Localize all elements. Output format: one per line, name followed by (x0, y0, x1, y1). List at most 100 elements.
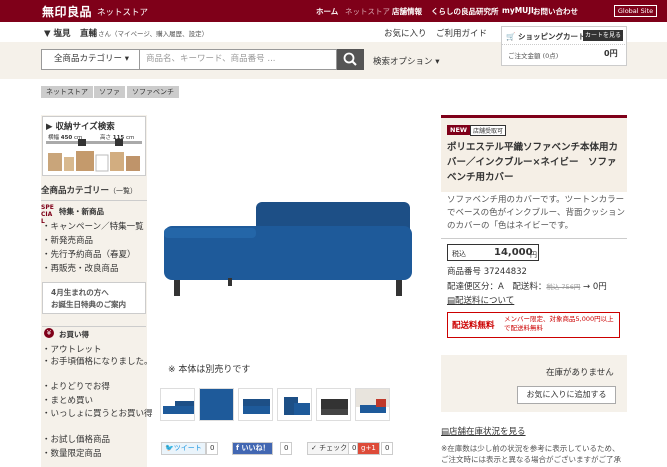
stock-status: 在庫がありません (546, 368, 614, 378)
tweet-button[interactable]: 🐦ツイート (161, 442, 206, 455)
add-to-favorites-button[interactable]: お気に入りに追加する (517, 386, 616, 404)
category-select-label: 全商品カテゴリー (54, 54, 123, 64)
nav-contact[interactable]: お問い合わせ (533, 6, 578, 17)
product-note: ※ 本体は別売りです (168, 365, 251, 375)
storage-slider-handle[interactable] (78, 139, 86, 146)
thumbnail[interactable] (316, 388, 351, 421)
breadcrumb-sofa[interactable]: ソファ (94, 86, 125, 98)
bargain-item[interactable]: ・いっしょに買うとお買い得 (42, 407, 153, 419)
special-item[interactable]: ・再販売・改良商品 (42, 262, 119, 274)
tweet-count: 0 (206, 442, 219, 455)
user-links[interactable]: さん（マイページ、購入履歴、設定） (98, 28, 208, 38)
search-icon (343, 52, 357, 66)
thumbnail[interactable] (238, 388, 273, 421)
nav-home[interactable]: ホーム (316, 6, 338, 17)
thumbnail[interactable] (277, 388, 312, 421)
birthday-banner-line1: 4月生まれの方へ (51, 288, 109, 297)
thumbnail-image (243, 399, 270, 414)
bargain-item-text: 数量限定商品 (50, 449, 102, 459)
twitter-icon: 🐦 (165, 444, 174, 452)
categories-sub: （一覧） (109, 187, 138, 195)
pickup-badge: 店舗受取可 (470, 125, 507, 136)
special-item[interactable]: ・先行予約商品（春夏） (42, 248, 136, 260)
user-location[interactable]: ▼ 塩見 (44, 27, 71, 39)
like-label: いいね！ (241, 444, 270, 452)
thumbnail[interactable] (355, 388, 390, 421)
ship-fee-label: 配送料： (512, 282, 547, 292)
tweet-label: ツイート (173, 444, 202, 452)
favorites-link[interactable]: お気に入り (384, 27, 427, 39)
cart-total-text: ご注文金額 (508, 52, 541, 60)
breadcrumb-netstore[interactable]: ネットストア (41, 86, 93, 98)
divider (42, 326, 146, 327)
bargain-item[interactable]: ・数量限定商品 (42, 447, 102, 459)
ship-fee-old: 税込 756円 (546, 283, 581, 291)
bargain-item-text: まとめ買い (50, 396, 94, 406)
search-button[interactable] (337, 49, 364, 70)
stock-footnote: ※在庫数は少し前の状況を参考に表示しているため、ご注文時には表示と異なる場合がご… (441, 444, 621, 467)
nav-stores[interactable]: 店舗情報 (392, 6, 422, 17)
categories-title[interactable]: 全商品カテゴリー（一覧） (41, 184, 137, 196)
bargain-item[interactable]: ・まとめ買い (42, 394, 93, 406)
cart-title-text: ショッピングカート (517, 32, 586, 41)
special-item-text: 先行予約商品（春夏） (50, 250, 136, 260)
store-stock-link[interactable]: ▤店舗在庫状況を見る (441, 425, 526, 437)
thumbnail-image (284, 397, 310, 415)
item-number: 商品番号 37244832 (447, 267, 527, 277)
cart-amount: 0円 (604, 49, 618, 58)
shipping-link[interactable]: ▤配送料について (447, 294, 514, 306)
special-item-text: 新発売商品 (50, 236, 94, 246)
price-unit: 円 (530, 251, 537, 259)
bargain-item[interactable]: ・アウトレット (42, 343, 102, 355)
breadcrumb-sofabench[interactable]: ソファベンチ (127, 86, 179, 98)
global-site-button[interactable]: Global Site (614, 5, 657, 17)
special-item-text: キャンペーン／特集一覧 (50, 222, 144, 232)
search-options-label: 検索オプション (373, 57, 433, 67)
bargain-item[interactable]: ・よりどりでお得 (42, 380, 110, 392)
storage-slider-track[interactable] (46, 141, 142, 144)
storage-search-title-text: 収納サイズ検索 (55, 122, 115, 132)
gplus-label: +1 (365, 444, 376, 452)
guide-link[interactable]: ご利用ガイド (436, 27, 487, 39)
bargain-item-text: アウトレット (50, 345, 102, 355)
store-stock-link-text: 店舗在庫状況を見る (449, 427, 526, 437)
special-title: 特集・新商品 (59, 207, 104, 216)
cart-title[interactable]: 🛒 ショッピングカート (506, 31, 585, 42)
like-count: 0 (280, 442, 293, 455)
bargain-item-text: いっしょに買うとお買い得 (50, 409, 153, 419)
search-input[interactable]: 商品名、キーワード、商品番号 ... (140, 49, 337, 70)
view-cart-button[interactable]: カートを見る (583, 30, 623, 41)
gplus-button[interactable]: g+1 (357, 442, 380, 455)
product-main-image[interactable] (160, 192, 420, 304)
thumbnail-image (163, 401, 194, 414)
nav-lab[interactable]: くらしの良品研究所 (431, 6, 499, 17)
cart-divider (501, 44, 627, 45)
birthday-banner[interactable]: 4月生まれの方へ お誕生日特典のご案内 (42, 282, 146, 314)
product-price: 14,000 (494, 247, 533, 258)
special-item[interactable]: ・新発売商品 (42, 234, 93, 246)
thumbnail[interactable] (160, 388, 195, 421)
like-button[interactable]: f いいね！ (232, 442, 274, 455)
doc-icon: ▤ (441, 427, 450, 437)
thumbnail[interactable] (199, 388, 234, 421)
muji-logo[interactable]: 無印良品 (42, 3, 92, 20)
sofa-leg (174, 280, 180, 296)
category-select[interactable]: 全商品カテゴリー ▾ (41, 49, 140, 70)
price-tax-label: 税込 (452, 250, 466, 258)
new-badge: NEW (447, 125, 471, 135)
storage-slider-handle[interactable] (115, 139, 123, 146)
thumbnail-image (321, 399, 348, 415)
special-item[interactable]: ・キャンペーン／特集一覧 (42, 220, 144, 232)
check-button[interactable]: ✓ チェック (307, 442, 352, 455)
categories-title-text: 全商品カテゴリー (41, 186, 110, 196)
bargain-item-text: お手頃価格になりました。 (50, 357, 153, 367)
user-name: 直輔 (80, 29, 98, 39)
shipping-link-text: 配送料について (455, 296, 515, 306)
product-title: ポリエステル平織ソファベンチ本体用カバー／インクブルー×ネイビー ソファベンチ用… (447, 142, 619, 183)
bargain-item[interactable]: ・お試し価格商品 (42, 433, 110, 445)
nav-mymuji[interactable]: myMUJI (502, 6, 534, 15)
storage-shelves-illustration (48, 151, 140, 172)
search-options[interactable]: 検索オプション ▾ (373, 55, 439, 67)
bargain-item[interactable]: ・お手頃価格になりました。 (42, 355, 153, 367)
nav-netstore[interactable]: ネットストア (345, 6, 390, 17)
